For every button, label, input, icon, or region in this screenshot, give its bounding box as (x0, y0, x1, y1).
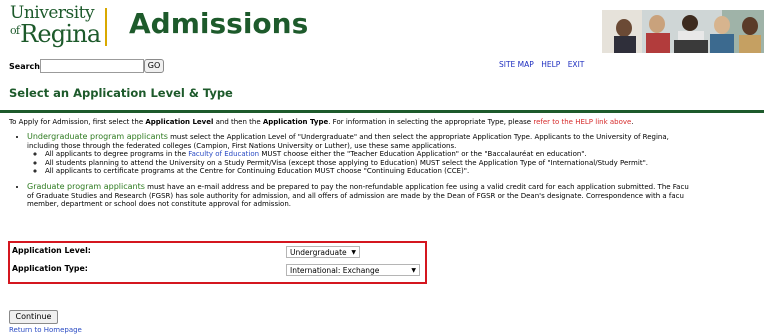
logo-divider (105, 8, 107, 46)
site-header: University ofRegina Admissions (0, 0, 764, 58)
application-level-label: Application Level: (12, 246, 91, 255)
intro-part: and then the (213, 118, 263, 126)
search-input[interactable] (40, 59, 144, 73)
logo-regina-text: Regina (20, 20, 101, 48)
faculty-of-education-link[interactable]: Faculty of Education (188, 150, 259, 158)
sub-item-text: All applicants to certificate programs a… (45, 167, 470, 176)
help-link[interactable]: HELP (541, 60, 560, 69)
list-item-undergraduate: Undergraduate program applicants must se… (27, 133, 764, 175)
page-title: Select an Application Level & Type (9, 86, 233, 100)
application-type-label: Application Type: (12, 264, 88, 273)
list-item-text: of Graduate Studies and Research (FGSR) … (27, 191, 684, 200)
instruction-list: Undergraduate program applicants must se… (9, 133, 764, 209)
header-photo (602, 10, 764, 53)
application-level-select[interactable]: Undergraduate ▼ (286, 246, 360, 258)
logo-regina-line: ofRegina (10, 20, 101, 48)
search-label: Search (9, 62, 40, 71)
intro-bold-type: Application Type (262, 118, 329, 126)
sub-item-text: All students planning to attend the Univ… (45, 158, 649, 167)
site-title: Admissions (129, 7, 309, 40)
go-button[interactable]: GO (144, 59, 164, 73)
list-item-text: must select the Application Level of "Un… (167, 133, 669, 142)
intro-part: . (631, 118, 634, 126)
top-links: SITE MAP HELP EXIT (499, 60, 589, 69)
sub-item-text: All applicants to degree programs in the (45, 150, 189, 159)
help-reference-link[interactable]: refer to the HELP link above (533, 118, 631, 126)
sub-item-text: MUST choose either the "Teacher Educatio… (259, 150, 587, 159)
search-bar: Search GO SITE MAP HELP EXIT (0, 58, 764, 76)
sub-list-item: All applicants to degree programs in the… (45, 150, 764, 158)
graduate-applicants-link[interactable]: Graduate program applicants (27, 182, 145, 191)
students-photo-image (602, 10, 764, 53)
sub-list-item: All applicants to certificate programs a… (45, 167, 764, 175)
university-logo[interactable]: University ofRegina (10, 5, 101, 51)
intro-bold-level: Application Level (145, 118, 214, 126)
intro-part: To Apply for Admission, first select the (9, 118, 146, 126)
undergraduate-applicants-link[interactable]: Undergraduate program applicants (27, 132, 168, 141)
dropdown-arrow-icon: ▼ (411, 267, 416, 274)
list-item-graduate: Graduate program applicants must have an… (27, 182, 764, 209)
logo-of-text: of (10, 24, 20, 37)
instructions: To Apply for Admission, first select the… (9, 118, 764, 217)
sub-list: All applicants to degree programs in the… (27, 150, 764, 175)
application-form-highlight: Application Level: Undergraduate ▼ Appli… (8, 241, 427, 284)
list-item-text: including those through the federated co… (27, 141, 457, 150)
intro-text: To Apply for Admission, first select the… (9, 118, 764, 126)
continue-button[interactable]: Continue (9, 310, 58, 324)
sub-list-item: All students planning to attend the Univ… (45, 159, 764, 167)
list-item-text: member, department or school does not co… (27, 200, 291, 209)
site-map-link[interactable]: SITE MAP (499, 60, 534, 69)
application-type-select[interactable]: International: Exchange ▼ (286, 264, 420, 276)
dropdown-arrow-icon: ▼ (351, 249, 356, 256)
list-item-text: must have an e-mail address and be prepa… (144, 183, 689, 192)
application-type-value: International: Exchange (290, 266, 380, 275)
intro-part: . For information in selecting the appro… (328, 118, 534, 126)
exit-link[interactable]: EXIT (568, 60, 585, 69)
return-to-homepage-link[interactable]: Return to Homepage (9, 326, 82, 334)
title-divider (0, 110, 764, 113)
application-level-value: Undergraduate (290, 248, 347, 257)
